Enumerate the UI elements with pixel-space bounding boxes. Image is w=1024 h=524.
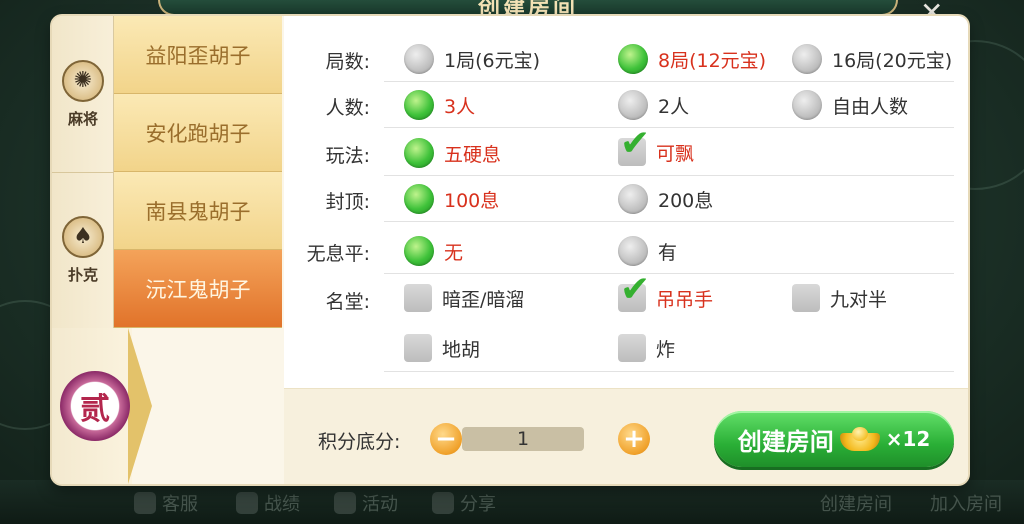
mingtang-label: 名堂: bbox=[325, 291, 370, 313]
row-divider bbox=[384, 273, 954, 274]
radio-icon bbox=[618, 236, 648, 266]
checkbox-icon bbox=[618, 334, 646, 362]
mode-label: 玩法: bbox=[325, 145, 370, 167]
create-room-dialog: ✺ 麻将 ♠ 扑克 贰 益阳歪胡子 安化跑胡子 南县鬼胡子 沅江鬼胡子 局数: … bbox=[52, 16, 968, 484]
rounds-row: 局数: 1局(6元宝) 8局(12元宝) 16局(20元宝) bbox=[284, 36, 968, 82]
activity-icon bbox=[334, 492, 356, 514]
players-option-3[interactable]: 3人 bbox=[404, 90, 475, 120]
share-icon bbox=[432, 492, 454, 514]
cap-row: 封顶: 100息 200息 bbox=[284, 176, 968, 222]
no-xi-row: 无息平: 无 有 bbox=[284, 228, 968, 274]
radio-selected-icon bbox=[404, 90, 434, 120]
mingtang-check-dihu[interactable]: 地胡 bbox=[404, 334, 480, 362]
cap-option-100[interactable]: 100息 bbox=[404, 184, 499, 214]
base-score-label: 积分底分: bbox=[318, 431, 401, 453]
level-badge-area: 贰 bbox=[52, 328, 152, 484]
radio-icon bbox=[792, 44, 822, 74]
dialog-footer: 积分底分: − 1 + 创建房间 ×12 bbox=[284, 388, 968, 484]
create-room-label: 创建房间 bbox=[737, 427, 834, 456]
radio-selected-icon bbox=[404, 184, 434, 214]
checkbox-icon bbox=[404, 284, 432, 312]
record-icon bbox=[236, 492, 258, 514]
bg-share-item[interactable]: 分享 bbox=[432, 490, 496, 516]
no-xi-option-no[interactable]: 无 bbox=[404, 236, 463, 266]
base-score-value: 1 bbox=[462, 427, 584, 451]
mode-row: 玩法: 五硬息 ✔ 可飘 bbox=[284, 126, 968, 176]
players-label: 人数: bbox=[325, 97, 370, 119]
service-icon bbox=[134, 492, 156, 514]
players-row: 人数: 3人 2人 自由人数 bbox=[284, 82, 968, 128]
gold-ingot-icon bbox=[839, 427, 880, 451]
players-option-free[interactable]: 自由人数 bbox=[792, 90, 908, 120]
bg-activity-item[interactable]: 活动 bbox=[334, 490, 398, 516]
checkbox-icon bbox=[792, 284, 820, 312]
game-tab-nanxian[interactable]: 南县鬼胡子 bbox=[114, 172, 282, 250]
radio-selected-icon bbox=[404, 138, 434, 168]
game-tab-yiyang[interactable]: 益阳歪胡子 bbox=[114, 16, 282, 94]
plus-button[interactable]: + bbox=[618, 423, 650, 455]
rounds-option-8[interactable]: 8局(12元宝) bbox=[618, 44, 766, 74]
mode-check-kepiao[interactable]: ✔ 可飘 bbox=[618, 126, 694, 166]
spade-icon: ♠ bbox=[62, 216, 104, 258]
mingtang-check-jiuduiban[interactable]: 九对半 bbox=[792, 284, 887, 312]
create-room-button[interactable]: 创建房间 ×12 bbox=[714, 411, 954, 467]
rounds-label: 局数: bbox=[325, 51, 370, 73]
checkbox-icon bbox=[404, 334, 432, 362]
dialog-title-bar: 创建房间 bbox=[158, 0, 898, 20]
options-panel: 局数: 1局(6元宝) 8局(12元宝) 16局(20元宝) 人数: 3人 2人… bbox=[284, 16, 968, 388]
cap-label: 封顶: bbox=[325, 191, 370, 213]
row-divider bbox=[384, 221, 954, 222]
radio-selected-icon bbox=[618, 44, 648, 74]
no-xi-option-yes[interactable]: 有 bbox=[618, 236, 677, 266]
game-tab-yuanjiang[interactable]: 沅江鬼胡子 bbox=[114, 250, 282, 328]
checkmark-icon: ✔ bbox=[620, 123, 651, 164]
cap-option-200[interactable]: 200息 bbox=[618, 184, 713, 214]
mingtang-row: 名堂: 暗歪/暗溜 ✔ 吊吊手 九对半 bbox=[284, 272, 968, 322]
radio-selected-icon bbox=[404, 236, 434, 266]
players-option-2[interactable]: 2人 bbox=[618, 90, 689, 120]
category-label: 扑克 bbox=[67, 266, 98, 284]
rounds-option-16[interactable]: 16局(20元宝) bbox=[792, 44, 952, 74]
radio-icon bbox=[792, 90, 822, 120]
mingtang-check-zha[interactable]: 炸 bbox=[618, 334, 675, 362]
checkbox-checked-icon: ✔ bbox=[618, 272, 650, 312]
bottom-nav-bar: 客服 战绩 活动 分享 创建房间 加入房间 bbox=[0, 480, 1024, 524]
bg-join-room-item[interactable]: 加入房间 bbox=[930, 490, 1002, 516]
bg-create-room-item[interactable]: 创建房间 bbox=[820, 490, 892, 516]
checkmark-icon: ✔ bbox=[620, 269, 651, 310]
game-tab-anhua[interactable]: 安化跑胡子 bbox=[114, 94, 282, 172]
mingtang-row-2: 地胡 炸 bbox=[284, 326, 968, 372]
no-xi-label: 无息平: bbox=[306, 243, 370, 265]
rounds-option-1[interactable]: 1局(6元宝) bbox=[404, 44, 540, 74]
minus-button[interactable]: − bbox=[430, 423, 462, 455]
room-cost: ×12 bbox=[885, 427, 931, 451]
radio-icon bbox=[618, 90, 648, 120]
category-poker[interactable]: ♠ 扑克 bbox=[52, 172, 114, 328]
radio-icon bbox=[404, 44, 434, 74]
bg-service-item[interactable]: 客服 bbox=[134, 490, 198, 516]
mahjong-icon: ✺ bbox=[62, 59, 104, 102]
mingtang-check-diaodiaoshou[interactable]: ✔ 吊吊手 bbox=[618, 272, 713, 312]
game-list: 益阳歪胡子 安化跑胡子 南县鬼胡子 沅江鬼胡子 bbox=[114, 16, 282, 328]
row-divider bbox=[384, 127, 954, 128]
mode-option-wuyingxi[interactable]: 五硬息 bbox=[404, 138, 501, 168]
bg-record-item[interactable]: 战绩 bbox=[236, 490, 300, 516]
checkbox-checked-icon: ✔ bbox=[618, 126, 650, 166]
mingtang-check-anwai[interactable]: 暗歪/暗溜 bbox=[404, 284, 524, 312]
radio-icon bbox=[618, 184, 648, 214]
category-label: 麻将 bbox=[67, 109, 98, 128]
level-badge-icon: 贰 bbox=[60, 371, 130, 441]
category-mahjong[interactable]: ✺ 麻将 bbox=[52, 16, 114, 172]
row-divider bbox=[384, 371, 954, 372]
